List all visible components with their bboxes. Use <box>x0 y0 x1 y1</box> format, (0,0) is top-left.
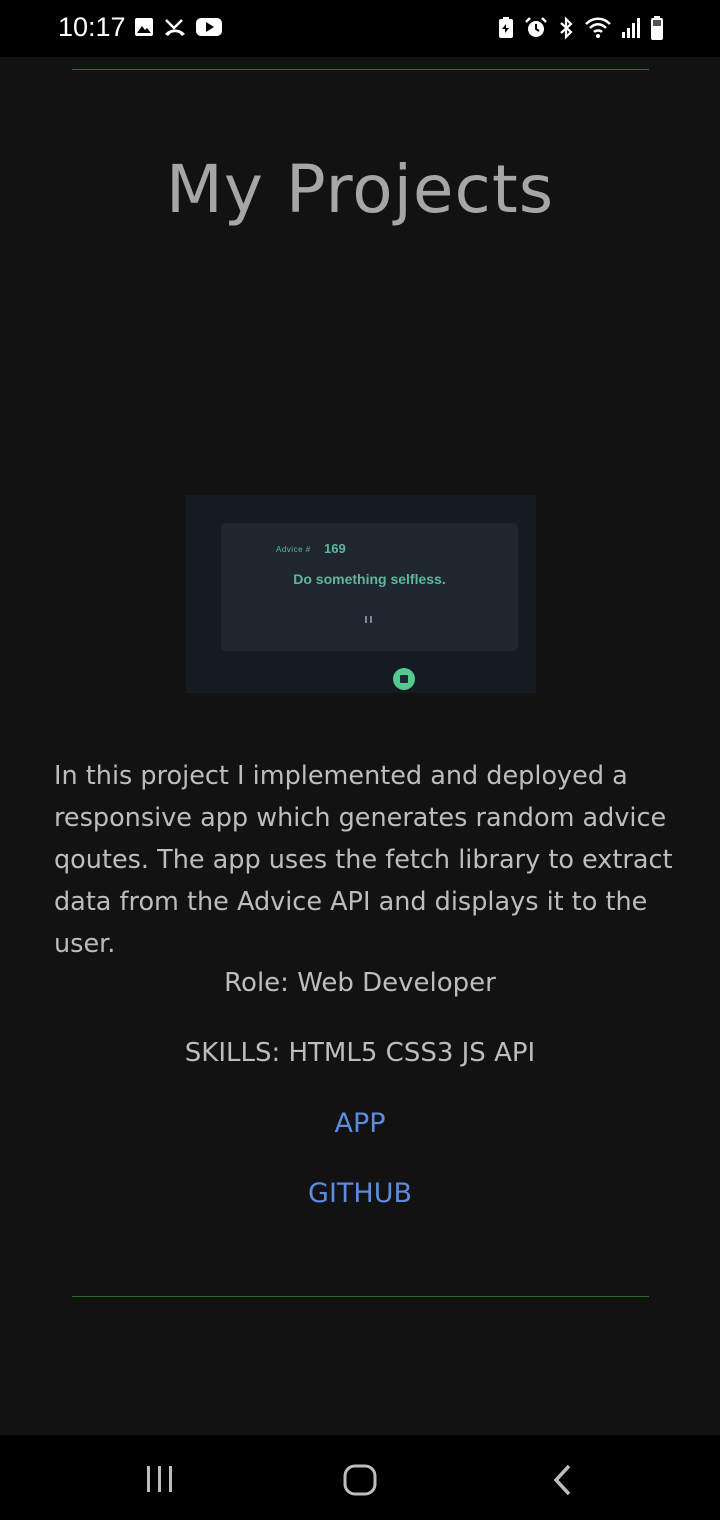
dice-icon <box>393 668 415 690</box>
pause-icon <box>365 616 372 623</box>
top-divider <box>72 69 649 70</box>
battery-icon <box>650 15 664 41</box>
project-role: Role: Web Developer <box>224 968 496 998</box>
battery-saver-icon <box>497 16 515 40</box>
navigation-bar <box>0 1435 720 1520</box>
signal-icon <box>621 16 641 40</box>
status-time: 10:17 <box>58 12 126 42</box>
bluetooth-icon <box>557 16 575 40</box>
recents-icon[interactable] <box>144 1463 176 1495</box>
bottom-divider <box>72 1296 649 1297</box>
github-link[interactable]: GITHUB <box>0 1178 720 1209</box>
project-description: In this project I implemented and deploy… <box>54 760 673 959</box>
advice-text: Do something selfless. <box>293 571 446 587</box>
project-skills: SKILLS: HTML5 CSS3 JS API <box>184 1038 536 1068</box>
alarm-icon <box>524 16 548 40</box>
page-content: My Projects Advice # 169 Do something se… <box>0 57 720 1435</box>
app-link[interactable]: APP <box>0 1108 720 1139</box>
project-preview-image: Advice # 169 Do something selfless. <box>186 495 536 693</box>
missed-call-icon <box>164 17 186 37</box>
wifi-icon <box>584 16 612 40</box>
youtube-icon <box>196 17 222 37</box>
status-bar: 10:17 <box>0 0 720 57</box>
home-icon[interactable] <box>342 1463 378 1497</box>
back-icon[interactable] <box>549 1463 577 1497</box>
advice-label: Advice # <box>276 545 311 554</box>
status-left-icons <box>134 17 222 37</box>
status-right-icons <box>497 15 664 41</box>
image-icon <box>134 17 154 37</box>
page-title: My Projects <box>165 151 555 229</box>
advice-number: 169 <box>324 541 346 556</box>
advice-card: Advice # 169 Do something selfless. <box>221 523 518 690</box>
